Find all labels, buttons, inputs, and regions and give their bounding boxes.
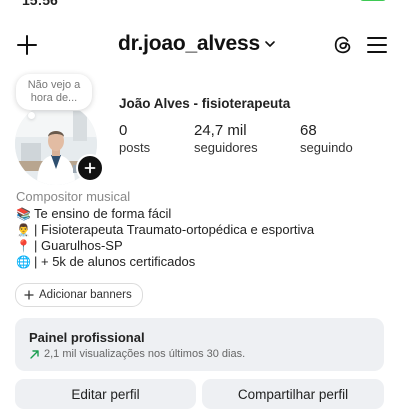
doctor-icon: 👨‍⚕️ [16, 222, 31, 237]
stat-value: 0 [119, 122, 128, 139]
bio-line: 📚 Te ensino de forma fácil [16, 206, 171, 221]
username: dr.joao_alvess [118, 32, 260, 55]
status-bar: 15:56 [0, 0, 400, 8]
bio-text: | + 5k de alunos certificados [34, 254, 196, 269]
stat-followers[interactable]: 24,7 mil seguidores [194, 122, 258, 155]
chevron-down-icon [265, 41, 275, 47]
add-banners-label: Adicionar banners [39, 289, 132, 301]
full-name: João Alves - fisioterapeuta [119, 96, 291, 111]
threads-button[interactable] [328, 30, 358, 60]
books-icon: 📚 [16, 206, 31, 221]
note-tail [28, 112, 35, 119]
trend-up-icon [30, 349, 39, 359]
stat-following[interactable]: 68 seguindo [300, 122, 353, 155]
bio-line: 📍 | Guarulhos-SP [16, 238, 123, 253]
category-label: Compositor musical [16, 189, 131, 204]
bio-line: 🌐 | + 5k de alunos certificados [16, 254, 195, 269]
panel-subtitle-text: 2,1 mil visualizações nos últimos 30 dia… [44, 348, 246, 360]
pin-icon: 📍 [16, 238, 31, 253]
panel-title: Painel profissional [29, 330, 145, 345]
add-story-icon [84, 162, 96, 174]
plus-icon [24, 290, 34, 300]
share-profile-button[interactable]: Compartilhar perfil [202, 379, 384, 409]
edit-profile-label: Editar perfil [71, 386, 140, 402]
bio-text: | Guarulhos-SP [34, 238, 123, 253]
threads-icon [334, 36, 351, 54]
edit-profile-button[interactable]: Editar perfil [15, 379, 196, 409]
stat-label: posts [119, 140, 151, 155]
add-banners-button[interactable]: Adicionar banners [15, 283, 143, 307]
bio-text: | Fisioterapeuta Traumato-ortopédica e e… [34, 222, 315, 237]
menu-button[interactable] [362, 30, 392, 60]
status-time: 15:56 [22, 0, 58, 8]
panel-subtitle: 2,1 mil visualizações nos últimos 30 dia… [29, 348, 370, 360]
bio-line: 👨‍⚕️ | Fisioterapeuta Traumato-ortopédic… [16, 222, 314, 237]
create-button[interactable] [12, 30, 42, 60]
plus-icon [17, 35, 37, 55]
stat-value: 24,7 mil [194, 122, 247, 139]
professional-dashboard[interactable]: Painel profissional 2,1 mil visualizaçõe… [15, 318, 384, 371]
share-profile-label: Compartilhar perfil [237, 386, 349, 402]
battery-icon [360, 0, 386, 1]
note-bubble[interactable]: Não vejo a hora de... [16, 74, 92, 110]
menu-icon [367, 37, 387, 53]
stat-label: seguindo [300, 140, 353, 155]
globe-icon: 🌐 [16, 254, 31, 269]
add-story-button[interactable] [76, 154, 104, 182]
note-text: Não vejo a hora de... [27, 79, 81, 104]
stat-posts[interactable]: 0 posts [119, 122, 150, 155]
stat-value: 68 [300, 122, 317, 139]
stat-label: seguidores [194, 140, 258, 155]
top-bar: dr.joao_alvess [0, 26, 400, 62]
account-switcher[interactable]: dr.joao_alvess [118, 32, 276, 56]
bio-text: Te ensino de forma fácil [34, 206, 172, 221]
